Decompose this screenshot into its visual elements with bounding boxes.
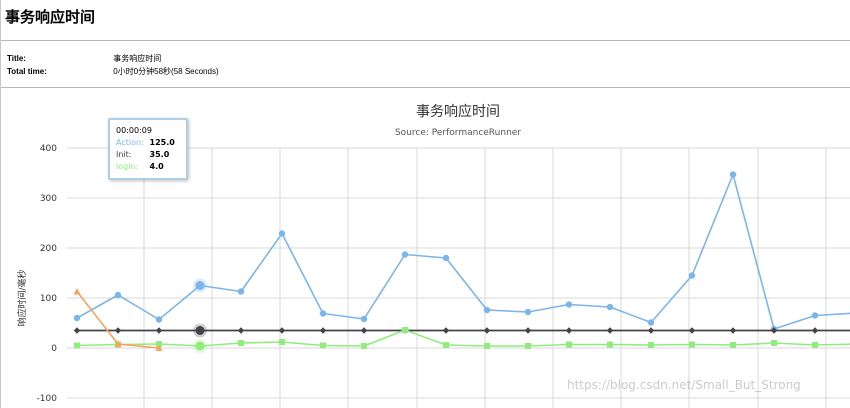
point-login — [812, 342, 818, 348]
tooltip-series-action: Action: — [116, 138, 144, 147]
point-action — [73, 314, 81, 322]
point-login — [238, 340, 244, 346]
point-action — [483, 306, 491, 314]
point-init — [155, 327, 163, 334]
point-action — [114, 291, 122, 299]
point-login — [484, 343, 490, 349]
y-tick-label: 300 — [40, 194, 57, 204]
point-init — [237, 327, 245, 334]
point-action — [237, 288, 245, 295]
point-init — [811, 327, 819, 334]
point-init — [73, 327, 81, 334]
point-action — [811, 312, 819, 319]
report-page: 事务响应时间 Title: 事务响应时间 Total time: 0小时0分钟5… — [0, 0, 850, 408]
point-login — [361, 343, 367, 349]
y-tick-label: 400 — [40, 144, 57, 154]
point-init — [729, 327, 737, 334]
chart-tooltip: 00:00:09 Action: 125.0 Init: 35.0 login:… — [108, 118, 188, 180]
hover-point-login — [195, 341, 205, 351]
tooltip-series-init: Init: — [116, 150, 132, 159]
point-login — [320, 342, 326, 349]
point-action — [606, 303, 614, 311]
point-action — [729, 171, 737, 178]
point-login — [648, 342, 654, 348]
point-action — [360, 315, 368, 323]
point-action — [278, 230, 286, 237]
point-init — [688, 327, 696, 334]
chart-subtitle: Source: PerformanceRunner — [395, 128, 521, 138]
point-login — [771, 340, 777, 346]
point-action — [155, 316, 163, 323]
tooltip-row-init: Init: 35.0 — [116, 149, 180, 161]
y-tick-label: 200 — [40, 244, 57, 254]
point-login — [607, 341, 613, 348]
info-total-time-value: 0小时0分钟58秒(58 Seconds) — [113, 67, 219, 76]
tooltip-series-login: login: — [116, 162, 139, 171]
hover-point-action — [195, 281, 205, 290]
point-action — [688, 272, 696, 279]
point-action — [401, 251, 409, 258]
info-title-row: Title: 事务响应时间 — [7, 53, 161, 64]
y-tick-label: -100 — [37, 394, 58, 404]
tooltip-time: 00:00:09 — [116, 126, 152, 135]
point-init — [442, 327, 450, 334]
tooltip-row-login: login: 4.0 — [116, 161, 180, 173]
point-login — [443, 342, 449, 348]
grid: -100 0 100 200 300 400 — [37, 144, 850, 408]
chart-title: 事务响应时间 — [416, 103, 500, 120]
point-login — [689, 341, 695, 348]
point-login — [525, 343, 531, 349]
point-login — [402, 327, 408, 333]
tooltip-value-login: 4.0 — [149, 162, 164, 171]
point-init — [319, 327, 327, 334]
point-login — [730, 342, 736, 348]
tooltip-value-action: 125.0 — [149, 138, 175, 147]
point-init — [114, 327, 122, 334]
point-action — [442, 254, 450, 262]
info-title-value: 事务响应时间 — [113, 54, 162, 63]
info-title-label: Title: — [7, 54, 26, 63]
point-init — [606, 327, 614, 334]
page-title: 事务响应时间 — [5, 8, 96, 26]
y-tick-label: 100 — [40, 294, 57, 304]
point-login — [566, 341, 572, 348]
header-divider — [1, 40, 850, 41]
series-line-series-3 — [76, 291, 160, 349]
point-action — [524, 308, 532, 316]
info-total-time-row: Total time: 0小时0分钟58秒(58 Seconds) — [7, 66, 219, 77]
point-action — [565, 301, 573, 308]
tooltip-row-action: Action: 125.0 — [116, 137, 180, 149]
point-action — [647, 319, 655, 326]
point-init — [360, 327, 368, 334]
y-tick-label: 0 — [51, 344, 57, 354]
point-init — [524, 327, 532, 334]
hover-highlight — [193, 278, 207, 353]
point-init — [647, 327, 655, 334]
point-init — [565, 327, 573, 334]
info-total-time-label: Total time: — [7, 67, 47, 76]
point-login — [279, 339, 285, 345]
tooltip-value-init: 35.0 — [149, 150, 170, 159]
point-action — [319, 310, 327, 317]
point-series-3 — [73, 288, 81, 295]
hover-point-init — [195, 326, 205, 335]
point-login — [74, 342, 80, 349]
y-axis-title: 响应时间/毫秒 — [16, 269, 28, 326]
